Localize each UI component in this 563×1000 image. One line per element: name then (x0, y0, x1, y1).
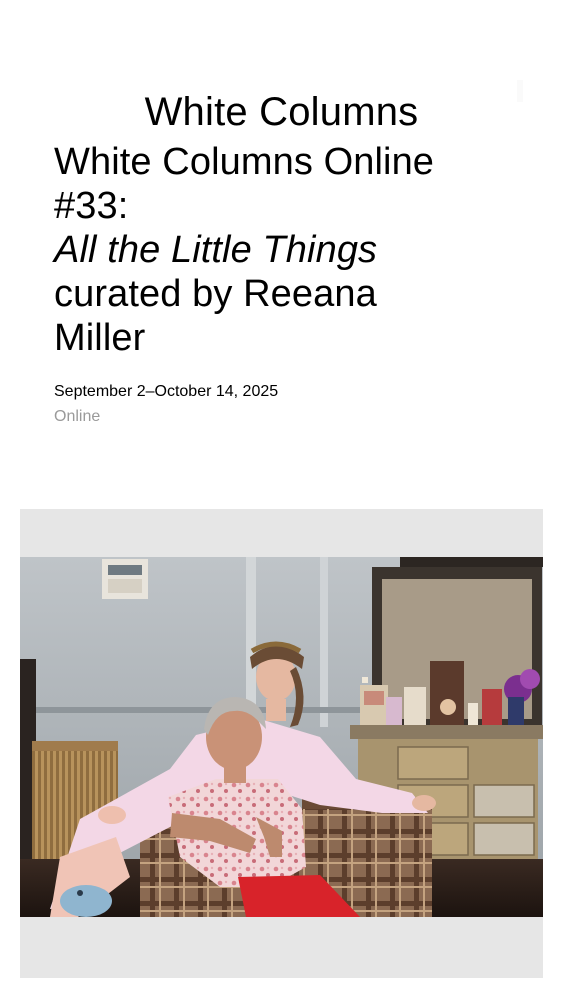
title-line: Miller (54, 317, 146, 359)
site-header: White Columns (0, 88, 563, 136)
title-line: #33: (54, 185, 129, 227)
exhibition-location: Online (54, 408, 101, 425)
title-line: White Columns Online (54, 141, 435, 183)
exhibition-intro: White Columns Online #33: All the Little… (54, 140, 524, 427)
exhibition-title: White Columns Online #33: All the Little… (54, 140, 524, 360)
title-italic-line: All the Little Things (54, 229, 378, 271)
site-title-link[interactable]: White Columns (145, 88, 419, 136)
title-line: curated by Reeana (54, 273, 377, 315)
artwork-photograph[interactable] (20, 557, 543, 917)
corner-mark (517, 80, 523, 102)
image-gallery-frame[interactable] (20, 509, 543, 978)
exhibition-dates: September 2–October 14, 2025 (54, 383, 279, 400)
